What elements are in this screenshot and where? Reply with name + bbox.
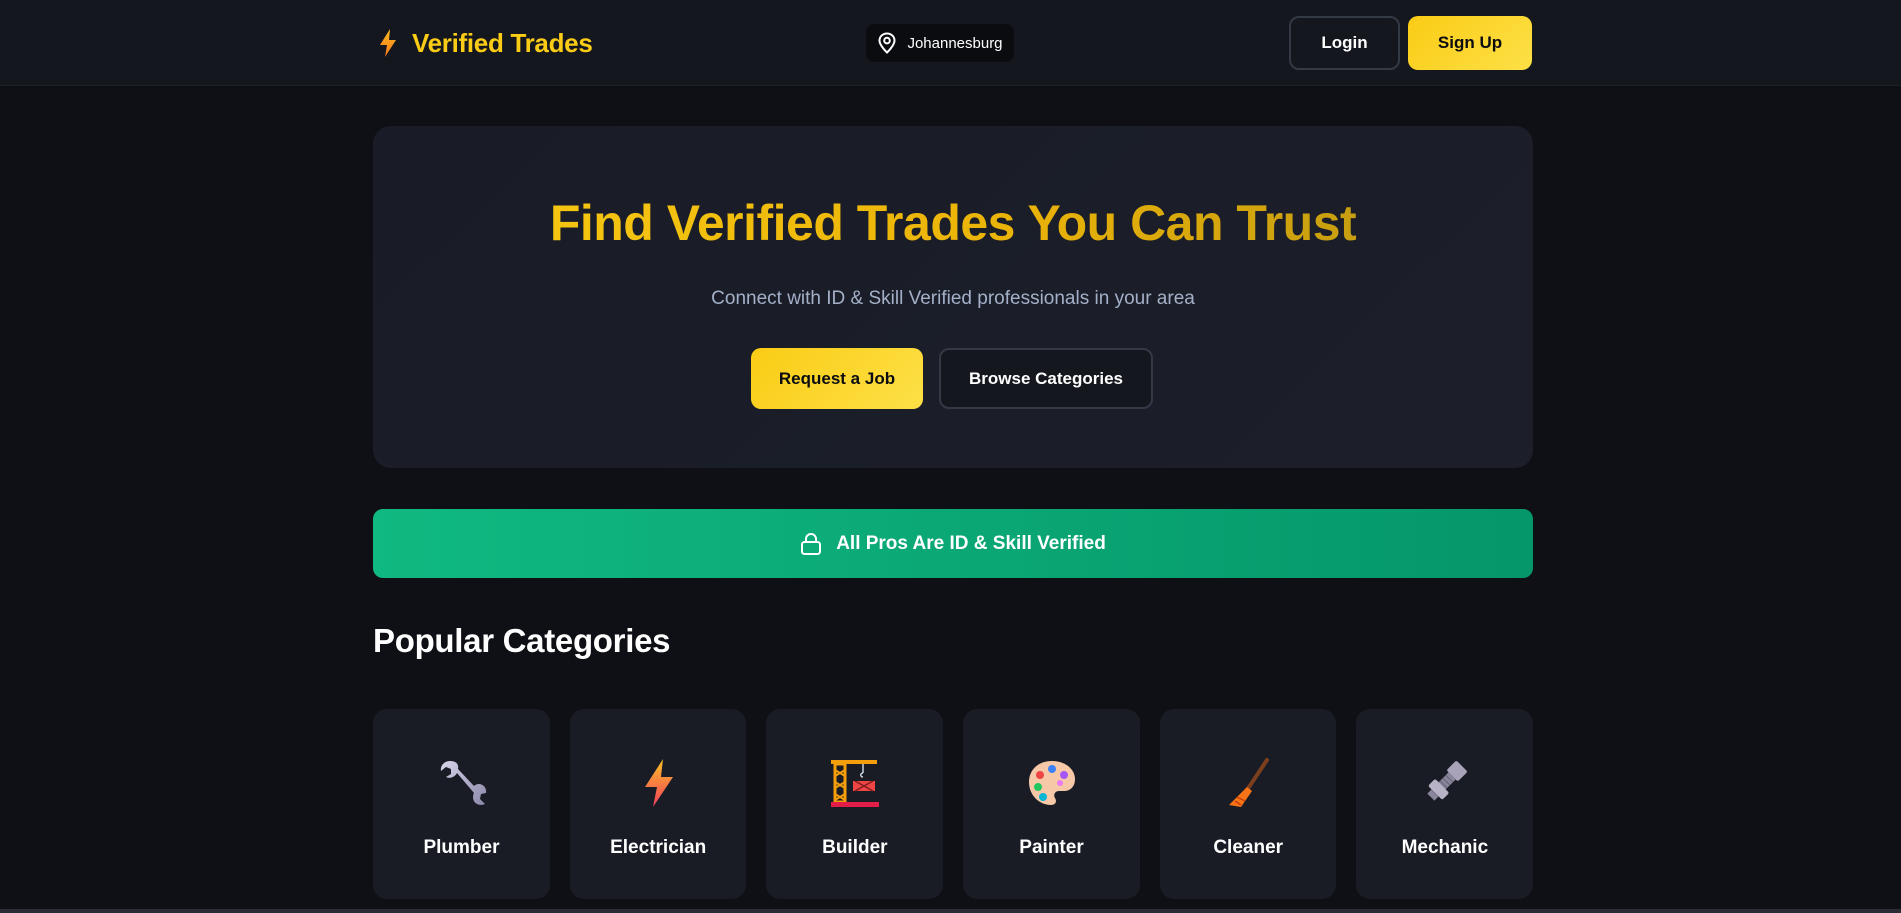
brand-name: Verified Trades <box>412 27 593 58</box>
verified-banner-text: All Pros Are ID & Skill Verified <box>836 532 1106 554</box>
location-selector[interactable]: Johannesburg <box>866 24 1014 62</box>
hero-title: Find Verified Trades You Can Trust <box>373 194 1533 252</box>
category-grid: Plumber Electrician Builder Painter Clea… <box>373 709 1534 899</box>
category-card-mechanic[interactable]: Mechanic <box>1356 709 1534 899</box>
hero-subtitle: Connect with ID & Skill Verified profess… <box>711 288 1195 309</box>
popular-categories-title: Popular Categories <box>373 622 671 659</box>
brand-logo[interactable]: Verified Trades <box>378 26 593 60</box>
category-label: Painter <box>1019 837 1084 858</box>
signup-button[interactable]: Sign Up <box>1408 16 1532 70</box>
category-label: Cleaner <box>1213 837 1284 858</box>
construction-crane-icon <box>831 760 880 807</box>
category-label: Builder <box>822 837 888 858</box>
broom-icon <box>1228 758 1269 807</box>
palette-icon <box>1029 761 1076 805</box>
nut-and-bolt-icon <box>1427 761 1468 801</box>
browse-categories-button[interactable]: Browse Categories <box>939 348 1153 409</box>
lock-icon <box>801 532 822 555</box>
lightning-bolt-icon <box>644 759 673 807</box>
lightning-bolt-icon <box>380 29 396 57</box>
category-label: Mechanic <box>1401 837 1489 858</box>
top-navigation-bar: Verified Trades Johannesburg Login Sign … <box>0 0 1901 86</box>
category-card-cleaner[interactable]: Cleaner <box>1159 709 1337 899</box>
page-bottom-edge <box>0 909 1901 913</box>
hero-section: Find Verified Trades You Can Trust Conne… <box>373 126 1533 468</box>
map-pin-icon <box>878 32 896 54</box>
category-card-electrician[interactable]: Electrician <box>569 709 747 899</box>
verified-banner: All Pros Are ID & Skill Verified <box>373 509 1533 578</box>
category-card-builder[interactable]: Builder <box>766 709 944 899</box>
category-label: Plumber <box>423 837 500 858</box>
wrench-icon <box>440 761 487 805</box>
category-card-plumber[interactable]: Plumber <box>373 709 550 899</box>
login-button[interactable]: Login <box>1289 16 1400 70</box>
location-label: Johannesburg <box>907 34 1003 52</box>
request-job-button[interactable]: Request a Job <box>751 348 923 409</box>
category-card-painter[interactable]: Painter <box>963 709 1140 899</box>
category-label: Electrician <box>610 837 707 858</box>
